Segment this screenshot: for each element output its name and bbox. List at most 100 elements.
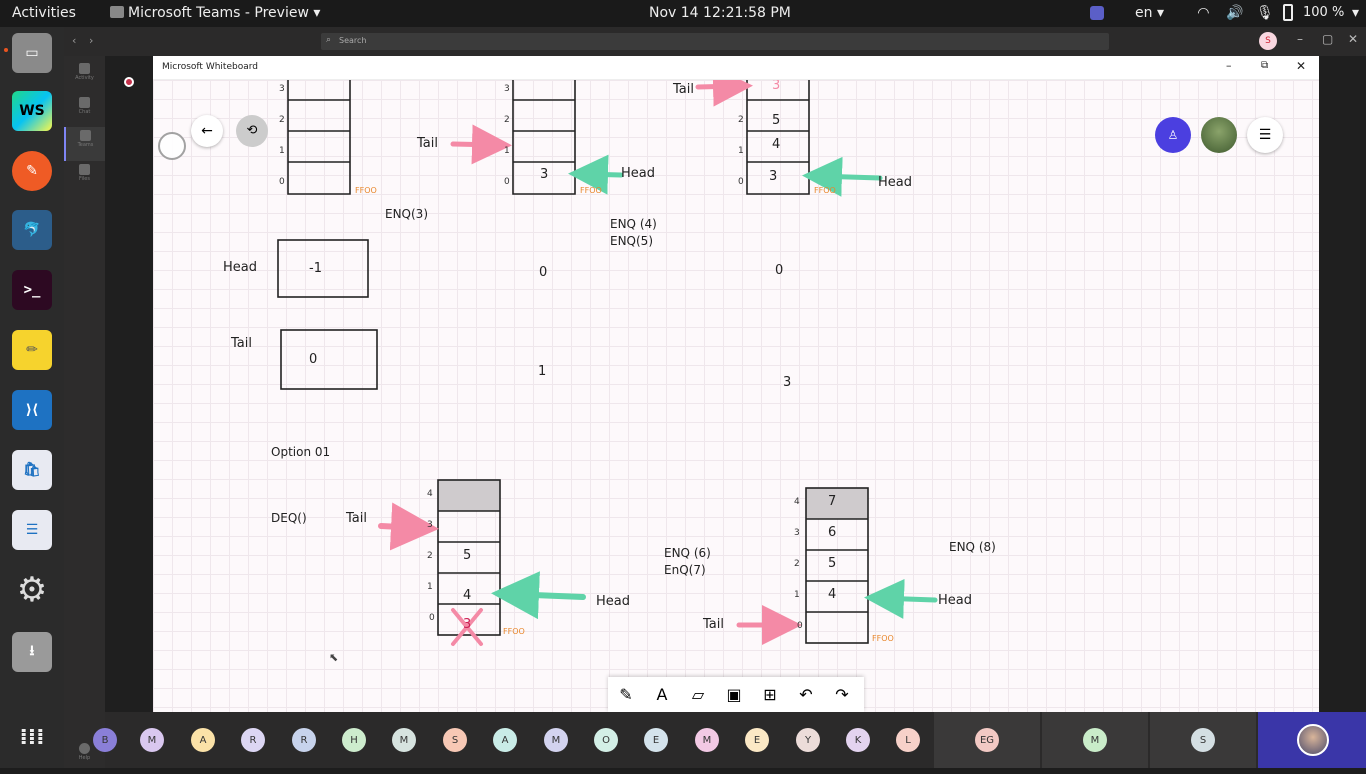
rail-activity[interactable]: Activity: [64, 60, 105, 94]
maximize-icon[interactable]: ▢: [1322, 32, 1333, 46]
index-label: 1: [427, 582, 433, 592]
participant-initial: E: [753, 734, 761, 746]
index-label: 1: [279, 146, 285, 156]
participant-chip: S: [1191, 728, 1215, 752]
vscode-icon[interactable]: ⟩⟨: [12, 390, 52, 430]
pen-tool-icon[interactable]: ✎: [608, 677, 644, 711]
self-avatar: [1297, 724, 1329, 756]
postman-icon[interactable]: ✎: [12, 151, 52, 191]
head-arrow: [491, 571, 586, 620]
whiteboard-canvas[interactable]: 3 2 1 0 FFOO 3 2 1 0 3 FFOO Tail Head 3 …: [153, 78, 1319, 712]
close-icon[interactable]: ✕: [1348, 32, 1358, 46]
wb-restore-icon[interactable]: ⧉: [1261, 60, 1268, 71]
participant-chip[interactable]: E: [644, 728, 668, 752]
files-icon: [79, 164, 90, 175]
participant-chip[interactable]: O: [594, 728, 618, 752]
queue-1: [287, 80, 351, 195]
self-video-tile[interactable]: [1258, 712, 1366, 768]
search-input[interactable]: ⌕ Search: [321, 33, 1109, 50]
user-avatar[interactable]: S: [1259, 32, 1277, 50]
back-arrow-icon[interactable]: ‹: [72, 34, 76, 47]
index-label: 2: [427, 551, 433, 561]
head-value: -1: [309, 261, 322, 276]
cell-value: 6: [828, 525, 837, 540]
participant-chip[interactable]: K: [846, 728, 870, 752]
cell-value: 7: [828, 494, 837, 509]
installer-icon[interactable]: ⭳: [12, 632, 52, 672]
operation-label: EnQ(7): [664, 563, 706, 577]
undo-icon[interactable]: ↶: [788, 677, 824, 711]
teams-tray-icon[interactable]: [1090, 6, 1104, 20]
forward-arrow-icon[interactable]: ›: [89, 34, 93, 47]
participant-tile[interactable]: M: [1042, 712, 1148, 768]
volume-icon[interactable]: 🔊: [1226, 5, 1243, 21]
participant-chip[interactable]: M: [140, 728, 164, 752]
text-editor-icon[interactable]: ✏: [12, 330, 52, 370]
add-person-icon: ♙: [1167, 128, 1179, 142]
mysql-workbench-icon[interactable]: 🐬: [12, 210, 52, 250]
sync-button[interactable]: ⟲: [236, 115, 268, 147]
wifi-icon[interactable]: ◜◝: [1198, 5, 1209, 21]
webstorm-icon[interactable]: WS: [12, 91, 52, 131]
wb-close-icon[interactable]: ✕: [1296, 59, 1306, 73]
minimize-icon[interactable]: –: [1297, 32, 1303, 46]
files-icon[interactable]: ▭: [12, 33, 52, 73]
image-tool-icon[interactable]: ▣: [716, 677, 752, 711]
invite-button[interactable]: ♙: [1155, 117, 1191, 153]
hamburger-icon: ☰: [1258, 127, 1272, 143]
search-placeholder: Search: [339, 36, 367, 45]
clock[interactable]: Nov 14 12:21:58 PM: [649, 5, 791, 21]
document-viewer-icon[interactable]: ☰: [12, 510, 52, 550]
participant-chip[interactable]: H: [342, 728, 366, 752]
participant-initial: A: [501, 734, 509, 746]
participant-chip[interactable]: R: [292, 728, 316, 752]
search-icon: ⌕: [326, 35, 332, 45]
terminal-icon[interactable]: >_: [12, 270, 52, 310]
participant-chip[interactable]: M: [544, 728, 568, 752]
text-tool-icon[interactable]: A: [644, 677, 680, 711]
participant-initial: A: [199, 734, 207, 746]
note-tool-icon[interactable]: ▱: [680, 677, 716, 711]
participant-chip[interactable]: A: [191, 728, 215, 752]
meeting-stage-left: [105, 56, 153, 712]
activities-button[interactable]: Activities: [12, 5, 76, 21]
participant-tile[interactable]: EG: [934, 712, 1040, 768]
rail-files[interactable]: Files: [64, 161, 105, 195]
participant-chip[interactable]: A: [493, 728, 517, 752]
participant-chip[interactable]: Y: [796, 728, 820, 752]
menu-button[interactable]: ☰: [1247, 117, 1283, 153]
show-applications-icon[interactable]: ⁞⁞⁞: [12, 717, 52, 757]
participant-chip[interactable]: L: [896, 728, 920, 752]
operation-label: ENQ (6): [664, 546, 711, 560]
participant-chip[interactable]: B: [93, 728, 117, 752]
active-app-menu[interactable]: Microsoft Teams - Preview ▾: [110, 5, 320, 21]
battery-icon[interactable]: [1283, 4, 1293, 21]
rail-teams[interactable]: Teams: [64, 127, 105, 161]
index-label: 4: [794, 497, 800, 507]
participant-chip[interactable]: S: [443, 728, 467, 752]
cell-value: 4: [772, 137, 781, 152]
cell-value: 3: [540, 167, 549, 182]
software-store-icon[interactable]: 🛍: [12, 450, 52, 490]
participant-avatar[interactable]: [1201, 117, 1237, 153]
language-selector[interactable]: en ▾: [1135, 5, 1164, 21]
back-button[interactable]: ←: [191, 115, 223, 147]
user-initial: S: [1265, 36, 1271, 46]
wb-minimize-icon[interactable]: –: [1226, 59, 1232, 72]
rail-chat[interactable]: Chat: [64, 94, 105, 128]
insert-tool-icon[interactable]: ⊞: [752, 677, 788, 711]
participant-chip[interactable]: R: [241, 728, 265, 752]
participant-chip[interactable]: M: [695, 728, 719, 752]
participant-tile[interactable]: S: [1150, 712, 1256, 768]
participant-chip[interactable]: E: [745, 728, 769, 752]
magnifier-icon[interactable]: [158, 132, 186, 160]
participant-initial: R: [300, 734, 308, 746]
microphone-icon[interactable]: 🎙: [1256, 5, 1274, 21]
participant-initial: S: [1199, 734, 1207, 746]
ink-toolbar: ✎ A ▱ ▣ ⊞ ↶ ↷: [608, 677, 864, 712]
tail-arrow: [378, 502, 439, 551]
system-menu-chevron-icon[interactable]: ▾: [1352, 5, 1359, 21]
participant-chip[interactable]: M: [392, 728, 416, 752]
redo-icon[interactable]: ↷: [824, 677, 860, 711]
settings-icon[interactable]: ⚙: [12, 570, 52, 610]
